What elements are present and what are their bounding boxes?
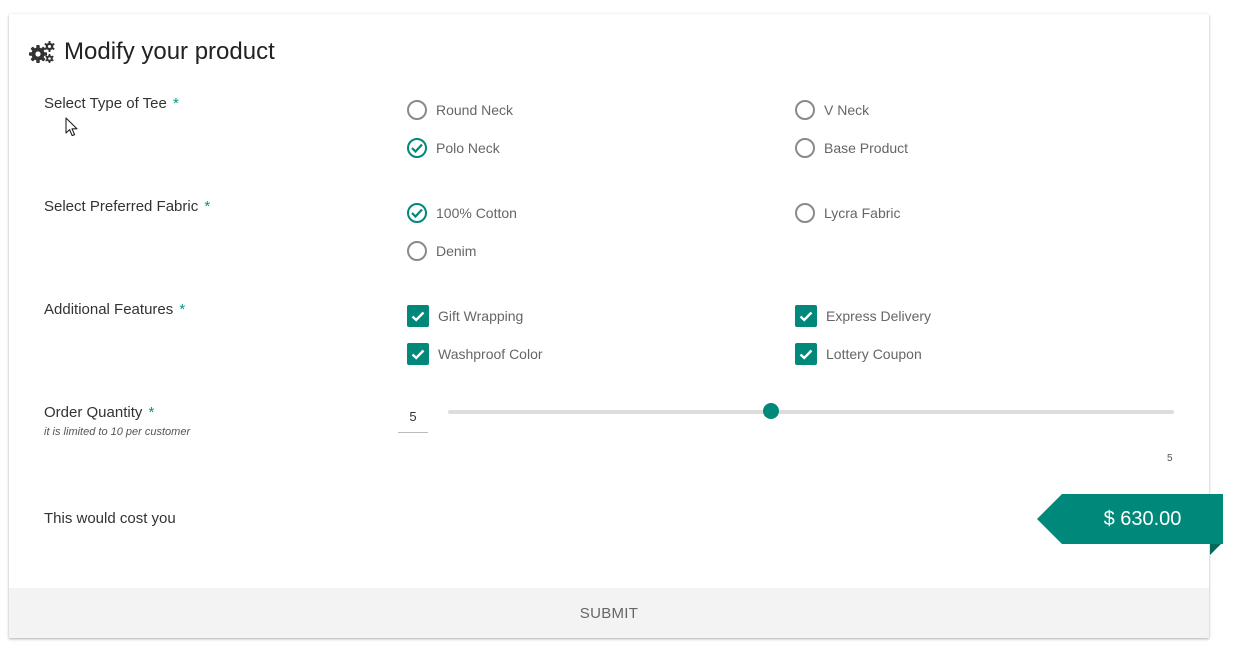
quantity-hint: it is limited to 10 per customer bbox=[44, 426, 191, 438]
quantity-label: Order Quantity * bbox=[44, 404, 154, 421]
fabric-label-text: Select Preferred Fabric bbox=[44, 198, 199, 215]
checkmark-icon bbox=[407, 343, 429, 365]
checkmark-icon bbox=[795, 343, 817, 365]
form-header: Modify your product bbox=[29, 38, 275, 66]
price-tag: $ 630.00 bbox=[1037, 494, 1223, 544]
option-label: Lycra Fabric bbox=[824, 205, 901, 221]
tee-type-label-text: Select Type of Tee bbox=[44, 95, 167, 112]
required-mark: * bbox=[204, 198, 211, 215]
price-tag-fold bbox=[1210, 544, 1221, 555]
required-mark: * bbox=[179, 301, 186, 318]
radio-round-neck[interactable]: Round Neck bbox=[407, 100, 513, 120]
price-amount: $ 630.00 bbox=[1103, 507, 1182, 530]
radio-unchecked-icon bbox=[795, 138, 815, 158]
radio-denim[interactable]: Denim bbox=[407, 241, 476, 261]
radio-lycra[interactable]: Lycra Fabric bbox=[795, 203, 901, 223]
radio-unchecked-icon bbox=[407, 241, 427, 261]
checkbox-express-delivery[interactable]: Express Delivery bbox=[795, 305, 931, 327]
required-mark: * bbox=[173, 95, 179, 112]
slider-value-label: 5 bbox=[1167, 453, 1173, 464]
option-label: V Neck bbox=[824, 102, 870, 118]
product-form-card: Modify your product Select Type of Tee *… bbox=[9, 14, 1223, 638]
option-label: Polo Neck bbox=[436, 140, 500, 156]
features-label-text: Additional Features bbox=[44, 301, 174, 318]
fabric-label: Select Preferred Fabric * bbox=[44, 198, 210, 215]
option-label: Denim bbox=[436, 243, 477, 259]
radio-unchecked-icon bbox=[407, 100, 427, 120]
quantity-slider-thumb[interactable] bbox=[762, 403, 779, 419]
option-label: Round Neck bbox=[436, 102, 514, 118]
option-label: Express Delivery bbox=[826, 308, 932, 324]
radio-checked-icon bbox=[407, 138, 427, 158]
quantity-label-text: Order Quantity bbox=[44, 404, 143, 421]
radio-checked-icon bbox=[407, 203, 427, 223]
page-title: Modify your product bbox=[64, 38, 275, 65]
checkbox-lottery-coupon[interactable]: Lottery Coupon bbox=[795, 343, 922, 365]
gears-icon bbox=[29, 40, 56, 64]
cost-label: This would cost you bbox=[44, 510, 176, 527]
option-label: Lottery Coupon bbox=[826, 346, 922, 362]
option-label: Gift Wrapping bbox=[438, 308, 524, 324]
checkmark-icon bbox=[795, 305, 817, 327]
radio-base-product[interactable]: Base Product bbox=[795, 138, 908, 158]
required-mark: * bbox=[148, 404, 155, 421]
checkmark-icon bbox=[407, 305, 429, 327]
checkbox-washproof-color[interactable]: Washproof Color bbox=[407, 343, 543, 365]
radio-cotton[interactable]: 100% Cotton bbox=[407, 203, 517, 223]
checkbox-gift-wrapping[interactable]: Gift Wrapping bbox=[407, 305, 523, 327]
option-label: Washproof Color bbox=[438, 346, 543, 362]
radio-polo-neck[interactable]: Polo Neck bbox=[407, 138, 500, 158]
radio-unchecked-icon bbox=[795, 203, 815, 223]
option-label: Base Product bbox=[824, 140, 909, 156]
quantity-input[interactable] bbox=[398, 400, 428, 433]
radio-unchecked-icon bbox=[795, 100, 815, 120]
radio-v-neck[interactable]: V Neck bbox=[795, 100, 869, 120]
tee-type-label: Select Type of Tee * bbox=[44, 95, 179, 112]
mouse-cursor-icon bbox=[65, 117, 78, 137]
quantity-slider-track[interactable] bbox=[448, 410, 1174, 414]
features-label: Additional Features * bbox=[44, 301, 185, 318]
submit-button[interactable]: SUBMIT bbox=[9, 588, 1209, 638]
option-label: 100% Cotton bbox=[436, 205, 517, 221]
